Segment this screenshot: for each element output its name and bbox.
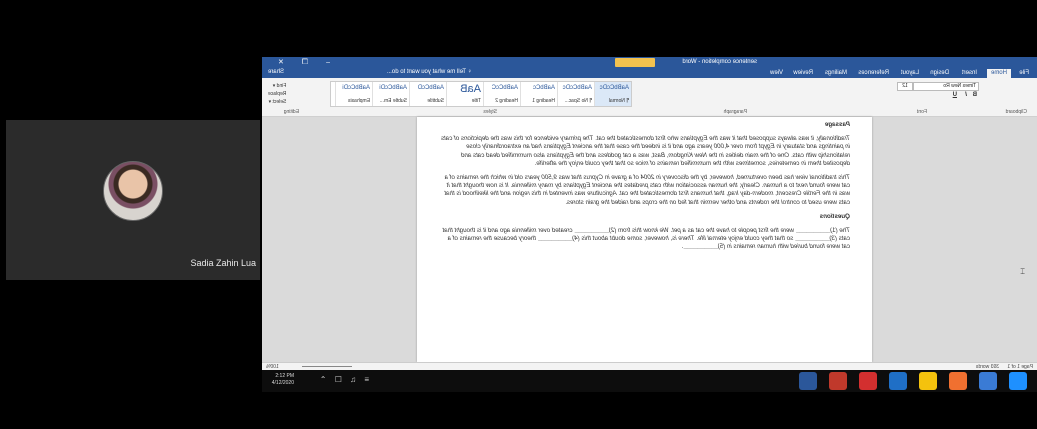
style-sample: AaBbCcC [491,85,518,91]
tray-clock[interactable]: 2:12 PM 4/12/2020 [272,373,294,387]
mouse-cursor-icon: ⌶ [1020,267,1025,276]
group-paragraph-label: Paragraph [723,109,747,115]
tab-view[interactable]: View [766,69,787,78]
folder-icon[interactable] [979,372,997,390]
acrobat-icon[interactable] [859,372,877,390]
style-name: Emphasis [348,98,370,104]
style-emphasis[interactable]: AaBbCcDi Emphasis [335,82,372,106]
window-title: sentence completion - Word [682,59,757,65]
ie-icon[interactable] [1009,372,1027,390]
group-clipboard-label: Clipboard [1005,109,1027,115]
word-window: sentence completion - Word – ❐ ✕ File Ho… [262,57,1037,370]
style-name: Subtitle [427,98,444,104]
style-sample: AaBbCcDc [562,85,592,91]
questions-heading: Questions [819,212,850,220]
style-heading-2[interactable]: AaBbCcC Heading 2 [483,82,520,106]
tab-insert[interactable]: Insert [958,69,981,78]
font-name-box[interactable]: Times New Ro [913,82,979,91]
style-no-spacing[interactable]: AaBbCcDc ¶ No Spac... [557,82,594,106]
style-sample: AaBbCcD [417,85,444,91]
ribbon-tabs: File Home Insert Design Layout Reference… [262,68,1037,78]
word-icon[interactable] [799,372,817,390]
zoom-slider[interactable] [302,366,352,367]
style-name: ¶ No Spac... [564,98,592,104]
font-size-box[interactable]: 12 [897,82,913,91]
bold-button[interactable]: B [973,92,977,98]
style-name: ¶ Normal [608,98,629,104]
warning-badge [615,58,655,67]
clock-time: 2:12 PM [275,373,295,379]
style-sample: AaBbCc [532,85,555,91]
taskbar: ⌃ ☐ ♫ ≡ 2:12 PM 4/12/2020 [262,370,1037,392]
participants-panel: Sadia Zahin Lua [0,0,262,429]
style-name: Subtle Em... [379,98,407,104]
participant-name: Sadia Zahin Lua [190,258,256,268]
style-normal[interactable]: AaBbCcDc ¶ Normal [594,82,631,106]
group-editing-label: Editing [283,109,299,115]
select-button[interactable]: Select ▾ [268,98,287,106]
tab-design[interactable]: Design [926,69,953,78]
participant-tile[interactable]: Sadia Zahin Lua [6,120,260,280]
style-subtitle[interactable]: AaBbCcD Subtitle [409,82,446,106]
tab-home[interactable]: Home [986,69,1011,78]
document-area[interactable]: Passage Traditionally, it was always sup… [262,117,1037,362]
group-font-label: Font [916,109,927,115]
powerpoint-icon[interactable] [829,372,847,390]
tab-review[interactable]: Review [789,69,817,78]
clock-date: 4/12/2020 [272,380,295,386]
tab-mailings[interactable]: Mailings [821,69,851,78]
style-sample: AaBbCcDi [379,85,407,91]
find-button[interactable]: Find ▾ [268,82,287,90]
style-name: Heading 1 [532,98,555,104]
chrome-icon[interactable] [919,372,937,390]
paragraph-1: Traditionally, it was always supposed th… [440,135,850,167]
tab-references[interactable]: References [854,69,893,78]
status-bar: Page 1 of 1 393 words 100% [262,362,1037,370]
document-page[interactable]: Passage Traditionally, it was always sup… [417,117,872,362]
questions-text: The (1)__________ were the first people … [442,227,850,251]
paragraph-2: This traditional view has been overturne… [444,174,850,206]
style-sample: AaBbCcDi [342,85,370,91]
italic-button[interactable]: I [965,92,967,98]
share-button[interactable]: Share [268,69,284,75]
style-name: Title [471,98,481,104]
tab-file[interactable]: File [1015,69,1033,78]
replace-button[interactable]: Replace [268,90,286,98]
firefox-icon[interactable] [949,372,967,390]
style-heading-1[interactable]: AaBbCc Heading 1 [520,82,557,106]
editing-group: Find ▾ Replace Select ▾ [268,82,286,106]
tray-icons[interactable]: ⌃ ☐ ♫ ≡ [320,375,372,384]
title-bar: sentence completion - Word – ❐ ✕ [262,57,1037,68]
style-title[interactable]: AaB Title [446,82,483,106]
group-styles-label: Styles [483,109,497,115]
styles-gallery: AaBbCcDc ¶ Normal AaBbCcDc ¶ No Spac... … [330,81,632,107]
passage-heading: Passage [824,121,850,128]
style-sample: AaBbCcDc [599,85,629,91]
media-icon[interactable] [889,372,907,390]
style-subtle-emphasis[interactable]: AaBbCcDi Subtle Em... [372,82,409,106]
document-text[interactable]: Passage Traditionally, it was always sup… [440,121,850,258]
avatar [103,161,163,221]
tell-me-search[interactable]: ♀ Tell me what you want to do... [387,69,472,75]
ribbon: Times New Ro 12 B I U Clipboard Font Par… [262,78,1037,117]
underline-button[interactable]: U [953,92,957,98]
tab-layout[interactable]: Layout [897,69,923,78]
style-name: Heading 2 [495,98,518,104]
style-sample: AaB [460,83,481,95]
window-controls[interactable]: – ❐ ✕ [270,58,330,66]
